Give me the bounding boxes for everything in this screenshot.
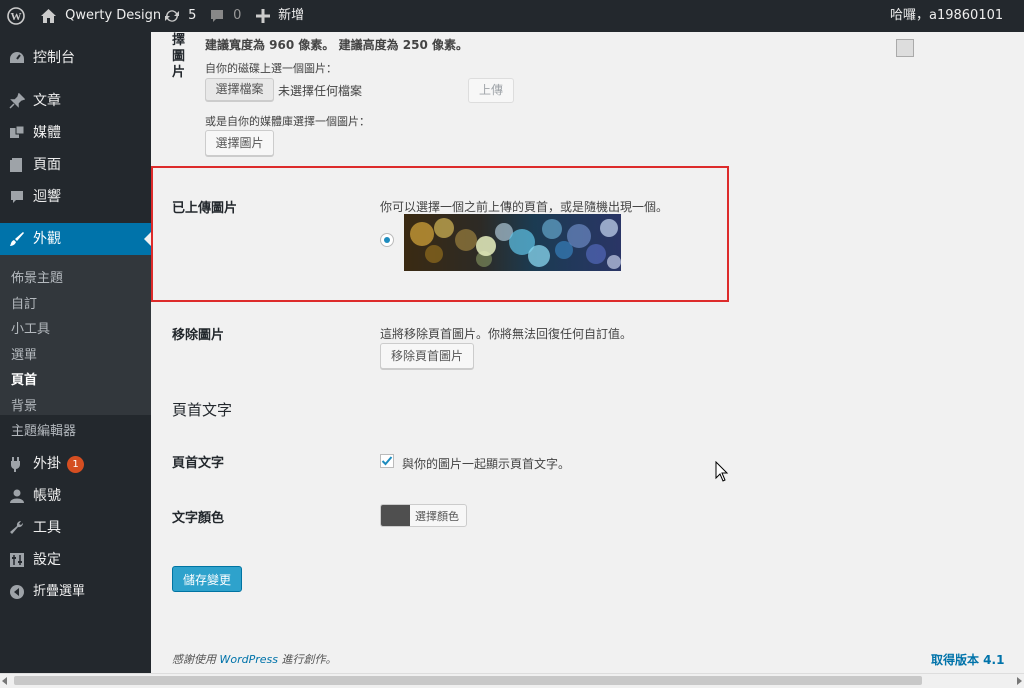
sidebar-item-pages[interactable]: 頁面 bbox=[0, 149, 151, 181]
submenu-item-editor[interactable]: 主題編輯器 bbox=[11, 420, 76, 439]
submenu-item-header[interactable]: 頁首 bbox=[11, 369, 37, 388]
sidebar-item-label: 設定 bbox=[33, 552, 61, 568]
footer-thanks-suffix: 進行創作。 bbox=[281, 653, 337, 666]
color-picker-button[interactable]: 選擇顏色 bbox=[380, 504, 467, 527]
footer-thanks-prefix: 感謝使用 bbox=[172, 653, 216, 666]
page-icon bbox=[10, 158, 22, 172]
sidebar-item-label: 工具 bbox=[33, 520, 61, 536]
plugin-icon bbox=[11, 457, 20, 472]
sidebar-item-settings[interactable]: 設定 bbox=[0, 544, 151, 576]
site-name-link[interactable]: Qwerty Design bbox=[40, 0, 161, 32]
horizontal-scrollbar[interactable] bbox=[0, 673, 1024, 688]
new-content-link[interactable]: 新增 bbox=[256, 0, 304, 32]
upload-button[interactable]: 上傳 bbox=[468, 78, 514, 103]
get-version-link[interactable]: 取得版本 4.1 bbox=[931, 651, 1004, 668]
sidebar-item-comments[interactable]: 迴響 bbox=[0, 181, 151, 213]
account-menu[interactable]: 哈囉，a19860101 bbox=[890, 0, 1024, 57]
refresh-icon bbox=[165, 9, 179, 22]
sidebar-item-label: 折疊選單 bbox=[33, 584, 86, 599]
plus-icon bbox=[256, 8, 270, 23]
sidebar-item-media[interactable]: 媒體 bbox=[0, 117, 151, 149]
header-text-label: 頁首文字 bbox=[172, 456, 225, 471]
choose-color-label: 選擇顏色 bbox=[415, 510, 459, 523]
scroll-left-arrow-icon[interactable] bbox=[2, 677, 7, 685]
update-count-badge: 1 bbox=[67, 455, 84, 473]
comments-link[interactable]: 0 bbox=[209, 0, 241, 32]
wrench-icon bbox=[10, 520, 24, 534]
comments-count: 0 bbox=[233, 8, 242, 23]
sidebar-item-label: 控制台 bbox=[33, 50, 75, 66]
sidebar-item-label: 迴響 bbox=[33, 189, 61, 205]
admin-bar: W Qwerty Design 5 0 新增 哈囉，a19860101 bbox=[0, 0, 1024, 57]
submenu-item-widgets[interactable]: 小工具 bbox=[11, 318, 50, 337]
sidebar-item-label: 頁面 bbox=[33, 157, 61, 173]
from-disk-label: 自你的磁碟上選一個圖片： bbox=[205, 62, 337, 75]
text-color-label: 文字顏色 bbox=[172, 511, 225, 526]
submenu-item-customize[interactable]: 自訂 bbox=[11, 293, 37, 312]
choose-image-button[interactable]: 選擇圖片 bbox=[205, 130, 274, 156]
wordpress-logo-icon[interactable]: W bbox=[7, 0, 25, 32]
collapse-menu-button[interactable]: 折疊選單 bbox=[0, 576, 151, 608]
sidebar-item-label: 外觀 bbox=[33, 231, 61, 247]
submenu-item-menus[interactable]: 選單 bbox=[11, 344, 37, 363]
remove-header-image-button[interactable]: 移除頁首圖片 bbox=[380, 343, 474, 369]
avatar bbox=[896, 38, 914, 57]
updates-count: 5 bbox=[188, 8, 197, 23]
submenu-item-themes[interactable]: 佈景主題 bbox=[11, 267, 63, 286]
footer-thanks: 感謝使用 WordPress 進行創作。 bbox=[172, 651, 337, 667]
sidebar-item-label: 帳號 bbox=[33, 488, 61, 504]
sidebar-item-label: 文章 bbox=[33, 93, 61, 109]
recommend-size-text: 建議寬度為 960 像素。 建議高度為 250 像素。 bbox=[205, 38, 468, 52]
color-swatch bbox=[381, 505, 410, 526]
updates-link[interactable]: 5 bbox=[163, 0, 196, 32]
select-image-label: 擇 圖 片 bbox=[172, 33, 186, 80]
checkmark-icon bbox=[381, 456, 393, 466]
sidebar-item-appearance[interactable]: 外觀 bbox=[0, 223, 151, 255]
brush-icon bbox=[10, 232, 24, 246]
media-icon bbox=[10, 125, 25, 138]
sidebar-item-label: 外掛 1 bbox=[33, 448, 84, 480]
choose-file-button[interactable]: 選擇檔案 bbox=[205, 78, 274, 101]
scrollbar-thumb[interactable] bbox=[14, 676, 922, 685]
sidebar-item-posts[interactable]: 文章 bbox=[0, 85, 151, 117]
home-icon bbox=[41, 8, 56, 23]
no-file-chosen-text: 未選擇任何檔案 bbox=[278, 84, 363, 98]
highlight-box bbox=[151, 166, 729, 302]
svg-text:W: W bbox=[11, 11, 22, 23]
comment-icon bbox=[11, 191, 23, 203]
appearance-submenu: 佈景主題 自訂 小工具 選單 頁首 背景 主題編輯器 bbox=[0, 255, 151, 439]
settings-icon bbox=[10, 553, 24, 567]
remove-image-description: 這將移除頁首圖片。你將無法回復任何自訂值。 bbox=[380, 327, 633, 341]
user-icon bbox=[10, 489, 24, 503]
dashboard-icon bbox=[10, 52, 24, 63]
wordpress-link[interactable]: WordPress bbox=[220, 653, 279, 666]
new-label: 新增 bbox=[278, 8, 305, 23]
active-indicator bbox=[144, 232, 151, 246]
scroll-right-arrow-icon[interactable] bbox=[1017, 677, 1022, 685]
header-text-section-title: 頁首文字 bbox=[172, 401, 233, 419]
site-name-label: Qwerty Design bbox=[65, 8, 162, 23]
from-library-label: 或是自你的媒體庫選擇一個圖片： bbox=[205, 115, 370, 128]
sidebar-item-tools[interactable]: 工具 bbox=[0, 512, 151, 544]
sidebar-item-label: 媒體 bbox=[33, 125, 61, 141]
comment-bubble-icon bbox=[211, 9, 223, 22]
remove-image-label: 移除圖片 bbox=[172, 328, 225, 343]
greeting-label: 哈囉，a19860101 bbox=[890, 8, 1004, 23]
show-header-text-label: 與你的圖片一起顯示頁首文字。 bbox=[402, 457, 571, 471]
show-header-text-checkbox[interactable] bbox=[380, 454, 394, 468]
admin-sidebar: 控制台 文章 媒體 頁面 迴響 外觀 佈景主題 自訂 小工具 選單 頁首 背景 … bbox=[0, 32, 151, 673]
pin-icon bbox=[9, 93, 25, 109]
submenu-item-background[interactable]: 背景 bbox=[11, 395, 37, 414]
sidebar-item-dashboard[interactable]: 控制台 bbox=[0, 42, 151, 74]
sidebar-item-plugins[interactable]: 外掛 1 bbox=[0, 448, 151, 480]
save-changes-button[interactable]: 儲存變更 bbox=[172, 566, 242, 592]
mouse-cursor-icon bbox=[715, 461, 729, 482]
collapse-icon bbox=[10, 585, 24, 599]
sidebar-item-users[interactable]: 帳號 bbox=[0, 480, 151, 512]
